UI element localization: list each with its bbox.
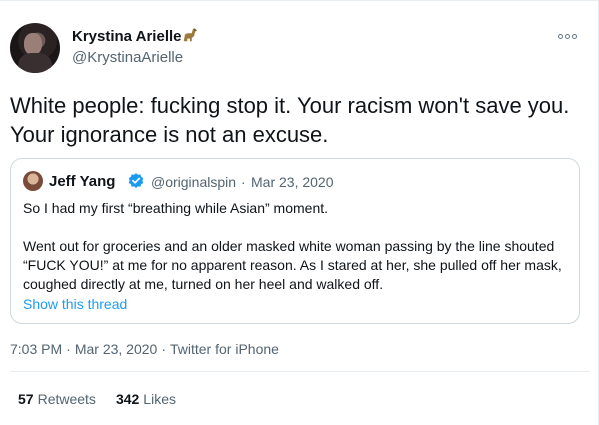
verified-badge-icon <box>128 173 144 188</box>
tweet-stats: 57 Retweets 342 Likes <box>18 391 176 407</box>
quoted-tweet[interactable]: Jeff Yang @originalspin · Mar 23, 2020 S… <box>10 158 580 324</box>
quoted-author-name: Jeff Yang <box>49 173 116 190</box>
tweet-meta: 7:03 PM · Mar 23, 2020 · Twitter for iPh… <box>10 341 279 357</box>
quoted-separator: · <box>241 174 246 190</box>
quoted-paragraph-2: Went out for groceries and an older mask… <box>23 238 562 292</box>
retweets-count: 57 <box>18 391 34 407</box>
meta-separator: · <box>161 341 166 357</box>
show-thread-link[interactable]: Show this thread <box>23 296 127 312</box>
more-options-icon[interactable] <box>558 30 580 42</box>
tweet-card: Krystina Arielle @KrystinaArielle White … <box>0 0 599 425</box>
meta-separator: · <box>66 341 71 357</box>
quoted-avatar <box>23 171 43 191</box>
author-handle[interactable]: @KrystinaArielle <box>72 49 183 66</box>
quoted-paragraph-1: So I had my first “breathing while Asian… <box>23 200 329 216</box>
retweets-stat[interactable]: 57 Retweets <box>18 391 96 407</box>
tweet-source[interactable]: Twitter for iPhone <box>170 341 279 357</box>
quoted-date: Mar 23, 2020 <box>251 174 334 190</box>
author-name[interactable]: Krystina Arielle <box>72 28 182 45</box>
tweet-date[interactable]: Mar 23, 2020 <box>75 341 158 357</box>
quoted-author-handle: @originalspin <box>151 174 237 190</box>
likes-stat[interactable]: 342 Likes <box>116 391 176 407</box>
tweet-text: White people: fucking stop it. Your raci… <box>10 93 570 147</box>
dinosaur-icon <box>183 28 198 42</box>
tweet-time[interactable]: 7:03 PM <box>10 341 62 357</box>
quoted-text: So I had my first “breathing while Asian… <box>23 199 571 294</box>
avatar[interactable] <box>10 23 60 73</box>
likes-label: Likes <box>143 391 176 407</box>
likes-count: 342 <box>115 391 140 407</box>
divider <box>10 371 590 372</box>
retweets-label: Retweets <box>37 391 96 407</box>
